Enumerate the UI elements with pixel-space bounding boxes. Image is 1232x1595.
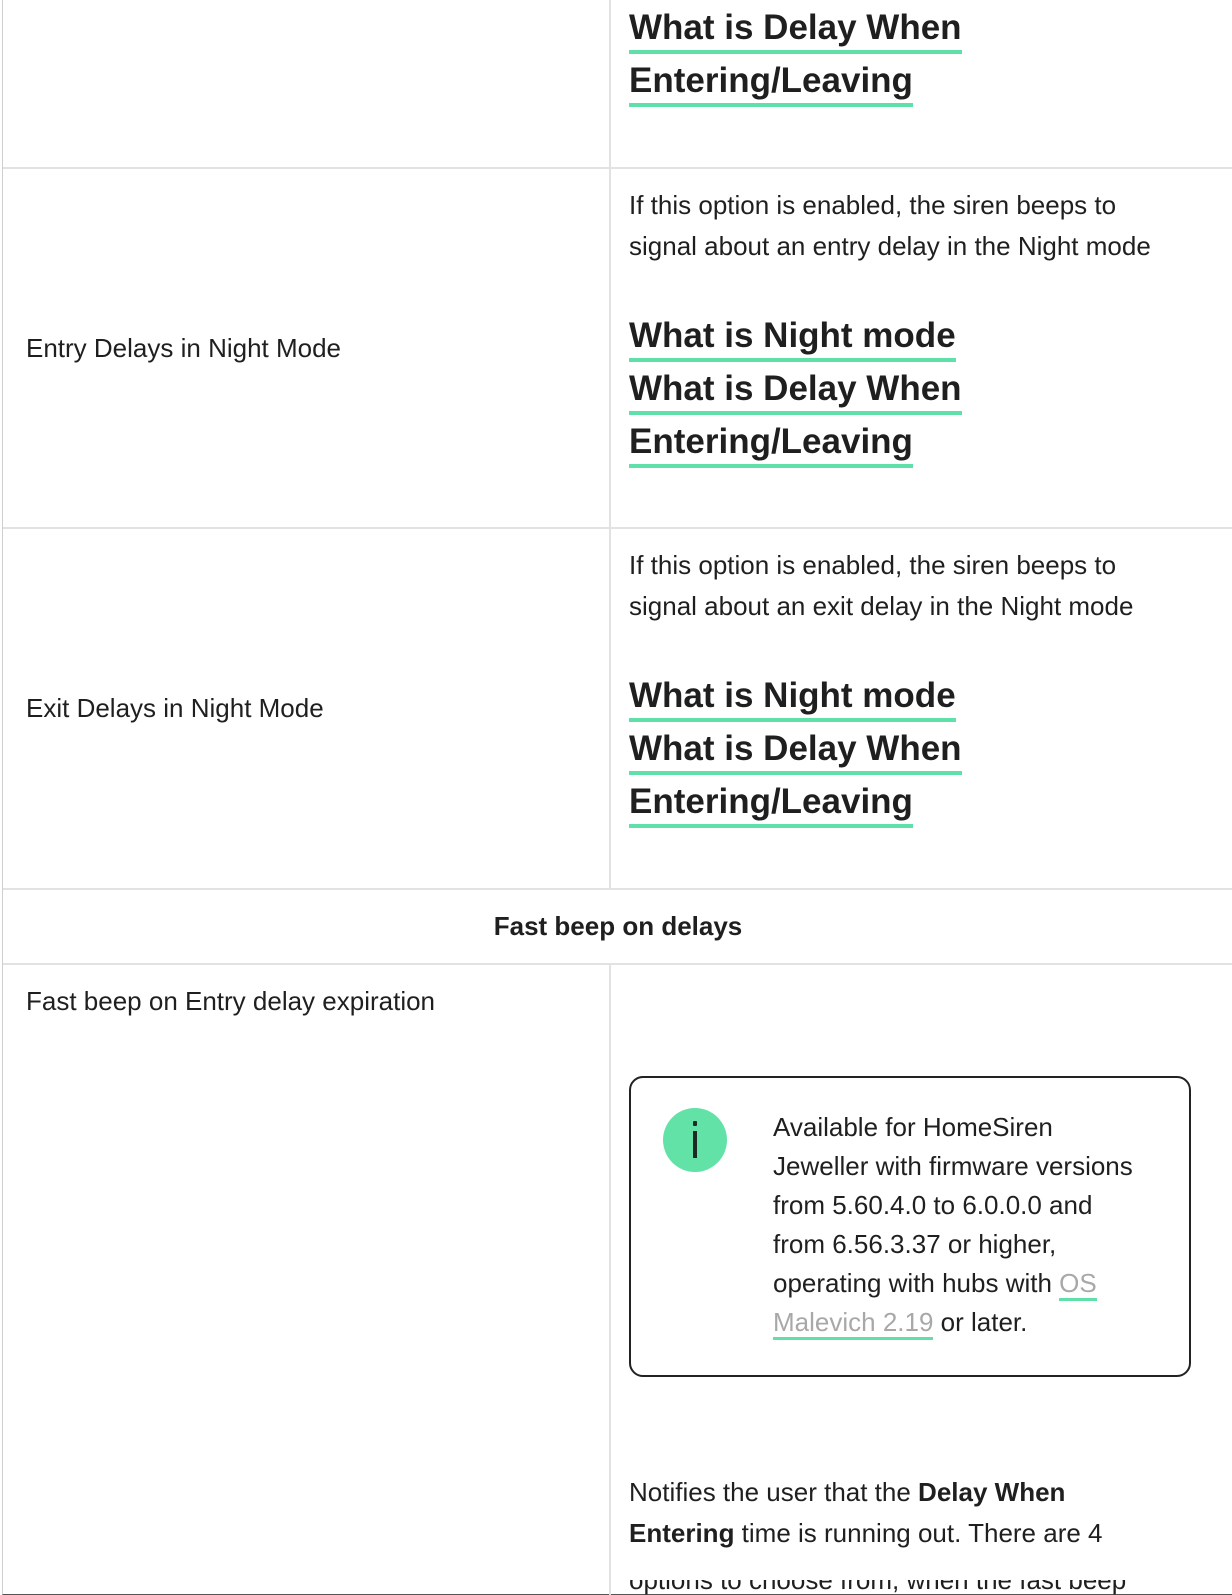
note-line: from 5.60.4.0 to 6.0.0.0 and (773, 1190, 1093, 1220)
delay-link-cont[interactable]: Entering/Leaving (629, 420, 913, 468)
desc-cut-line: options to choose from, when the fast be… (629, 1580, 1127, 1595)
os-malevich-link[interactable]: OS (1059, 1268, 1097, 1301)
info-icon (663, 1108, 727, 1172)
entry-night-desc-line: signal about an entry delay in the Night… (629, 231, 1151, 261)
night-mode-link[interactable]: What is Night mode (629, 674, 956, 722)
delay-link[interactable]: What is Delay When (629, 367, 962, 415)
delay-link[interactable]: What is Delay When (629, 6, 962, 54)
settings-table: What is Delay When Entering/Leaving Entr… (2, 0, 1232, 1595)
delay-link[interactable]: What is Delay When (629, 727, 962, 775)
desc-bold: Delay When (918, 1477, 1066, 1507)
note-line: operating with hubs with OS (773, 1264, 1173, 1303)
note-line: Malevich 2.19 or later. (773, 1303, 1173, 1342)
fast-beep-label: Fast beep on Entry delay expiration (26, 986, 436, 1016)
os-malevich-link-cont[interactable]: Malevich 2.19 (773, 1307, 934, 1340)
note-text-fragment: operating with hubs with (773, 1268, 1060, 1298)
column-divider-top (609, 0, 611, 888)
night-mode-link[interactable]: What is Night mode (629, 314, 956, 362)
note-line: from 6.56.3.37 or higher, (773, 1229, 1057, 1259)
entry-night-description: If this option is enabled, the siren bee… (629, 185, 1209, 267)
info-note-box: Available for HomeSiren Jeweller with fi… (629, 1076, 1191, 1377)
fast-beep-description: Notifies the user that the Delay When En… (629, 1472, 1209, 1554)
desc-bold: Entering (629, 1518, 735, 1548)
desc-fragment: Notifies the user that the (629, 1477, 919, 1507)
info-note-text: Available for HomeSiren Jeweller with fi… (773, 1108, 1173, 1342)
row-divider (3, 963, 1232, 965)
row-divider (3, 167, 1232, 169)
row-divider (3, 888, 1232, 890)
delay-link-cont[interactable]: Entering/Leaving (629, 780, 913, 828)
note-line: Available for HomeSiren (773, 1112, 1053, 1142)
desc-fragment: time is running out. There are 4 (734, 1518, 1103, 1548)
column-divider-bottom (609, 965, 611, 1595)
delay-link-cont[interactable]: Entering/Leaving (629, 59, 913, 107)
note-line: Jeweller with firmware versions (773, 1151, 1133, 1181)
row-divider (3, 527, 1232, 529)
fast-beep-description-cut: options to choose from, when the fast be… (629, 1580, 1189, 1595)
exit-night-links: What is Night mode What is Delay When En… (629, 674, 1209, 833)
section-heading: Fast beep on delays (493, 911, 743, 941)
exit-night-description: If this option is enabled, the siren bee… (629, 545, 1209, 627)
entry-night-desc-line: If this option is enabled, the siren bee… (629, 190, 1117, 220)
entry-night-links: What is Night mode What is Delay When En… (629, 314, 1209, 473)
entry-night-label: Entry Delays in Night Mode (26, 333, 342, 363)
exit-night-label: Exit Delays in Night Mode (26, 693, 324, 723)
exit-night-desc-line: signal about an exit delay in the Night … (629, 591, 1134, 621)
note-text-fragment: or later. (933, 1307, 1028, 1337)
top-row-links: What is Delay When Entering/Leaving (629, 6, 1209, 112)
exit-night-desc-line: If this option is enabled, the siren bee… (629, 550, 1117, 580)
